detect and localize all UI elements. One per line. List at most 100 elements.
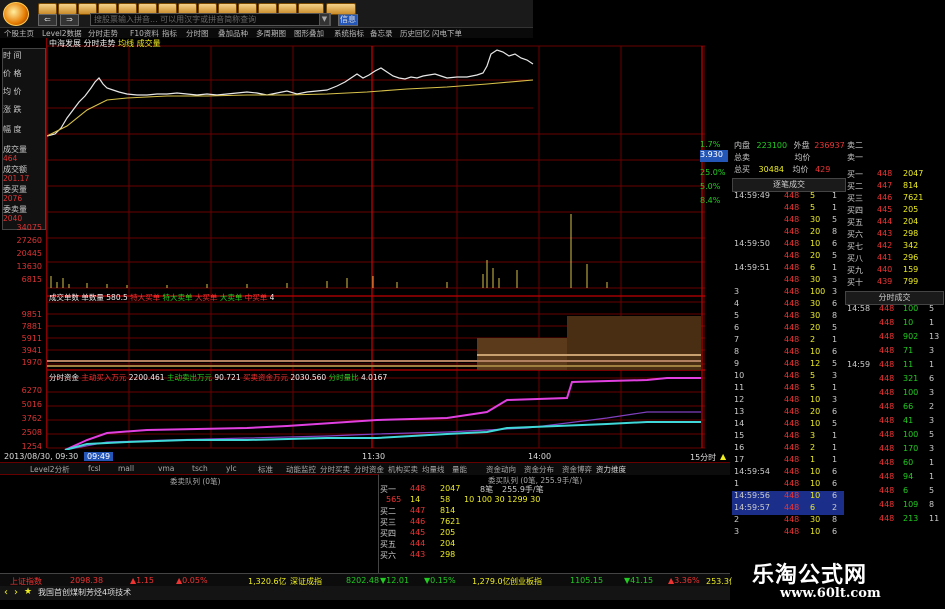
trade-v: 100 xyxy=(810,287,826,296)
minute-trade-p: 448 xyxy=(879,444,895,453)
app-logo[interactable] xyxy=(3,2,29,26)
search-dropdown-icon[interactable]: ▼ xyxy=(319,13,330,26)
index2-pct: ▼0.15% xyxy=(424,576,456,585)
pct-4: 5.0% xyxy=(700,182,721,191)
trade-a: 1 xyxy=(832,455,838,464)
trade-row: 5 448 30 8 xyxy=(732,311,844,323)
search-input[interactable]: 搜股票输入拼音... 可以用汉字或拼音简称查询 xyxy=(90,13,331,26)
order-row-price: 565 xyxy=(386,495,402,504)
minute-trade-row: 448 902 13 xyxy=(845,332,942,344)
minute-trade-row: 448 213 11 xyxy=(845,514,942,526)
trade-v: 30 xyxy=(810,515,821,524)
trade-row: 448 30 5 xyxy=(732,215,844,227)
buy-level-row[interactable]: 买八 441 296 xyxy=(847,253,918,264)
intraday-chart[interactable]: 中海发展 分时走势 均线 成交量 成交单数 单数量 580.5 特大买单 特大卖… xyxy=(46,38,706,451)
buy-level-label: 买九 xyxy=(847,266,863,275)
order-row-label: 买二 xyxy=(380,507,396,516)
function-menu-bar: 个股主页 Level2数据 分时走势 F10资料 指标 分时图 叠加品种 多周期… xyxy=(0,28,533,38)
low-axis-3: 2508 xyxy=(21,428,42,437)
buy-queue-header: 委买队列 (0笔, 255.9手/笔) xyxy=(378,474,730,485)
trade-t: 15 xyxy=(734,431,745,440)
chart-title: 中海发展 分时走势 xyxy=(49,39,116,48)
minute-trade-a: 5 xyxy=(929,486,935,495)
fund-buy-label: 主动买入万元 xyxy=(81,373,127,382)
trade-a: 1 xyxy=(832,335,838,344)
buy-level-row[interactable]: 买三 446 7621 xyxy=(847,193,923,204)
buy-level-row[interactable]: 买四 445 205 xyxy=(847,205,918,216)
vol-axis-0: 34075 xyxy=(16,223,42,232)
buy-level-row[interactable]: 买一 448 2047 xyxy=(847,169,923,180)
ticker-play-icon[interactable]: › xyxy=(14,587,18,598)
buy-level-row[interactable]: 买九 440 159 xyxy=(847,265,918,276)
order-row-label: 买一 xyxy=(380,485,396,494)
trade-row: 448 20 5 xyxy=(732,251,844,263)
minute-trade-v: 100 xyxy=(903,304,919,313)
trade-p: 448 xyxy=(784,479,800,488)
change-label: 涨 跌 xyxy=(3,105,22,114)
trade-v: 5 xyxy=(810,371,816,380)
trade-t: 14:59:50 xyxy=(734,239,770,248)
fund-net-value: 2030.560 xyxy=(290,373,327,382)
minute-trade-v: 902 xyxy=(903,332,919,341)
trade-v: 2 xyxy=(810,335,816,344)
total-buy-row: 总买 30484 均价 429 xyxy=(734,164,830,175)
buy-level-price: 446 xyxy=(877,193,893,202)
mid-axis-4: 1970 xyxy=(21,358,42,367)
tab-5[interactable]: ylc xyxy=(226,464,237,473)
tab-3[interactable]: vma xyxy=(158,464,174,473)
outer-label: 外盘 xyxy=(793,141,810,150)
inner-outer-row: 内盘 223100 外盘 236937 xyxy=(734,140,845,151)
ticker-arrow-icon[interactable]: ‹ xyxy=(4,587,8,598)
buy-level-row[interactable]: 买二 447 814 xyxy=(847,181,918,192)
trade-p: 448 xyxy=(784,263,800,272)
minute-trade-row: 448 170 3 xyxy=(845,444,942,456)
minute-trade-p: 448 xyxy=(879,388,895,397)
buy-level-row[interactable]: 买五 444 204 xyxy=(847,217,918,228)
info-button[interactable]: 信息 xyxy=(338,14,358,26)
index2-value: 8202.48 xyxy=(346,576,380,585)
buy-level-vol: 298 xyxy=(903,229,919,238)
minute-trade-row: 448 109 8 xyxy=(845,500,942,512)
trade-t: 14:59:54 xyxy=(734,467,770,476)
trade-p: 448 xyxy=(784,419,800,428)
order-row-extra: 58 xyxy=(440,495,451,504)
buy-level-label: 买七 xyxy=(847,242,863,251)
tab-4[interactable]: tsch xyxy=(192,464,208,473)
mid-axis-0: 9851 xyxy=(21,310,42,319)
trade-a: 5 xyxy=(832,215,838,224)
buy-level-vol: 2047 xyxy=(903,169,924,178)
nav-back-button[interactable]: ⇐ xyxy=(38,14,57,26)
tick-trades-list[interactable]: 14:59:49 448 5 1 448 5 1 448 30 5 448 20 8 14:59:50 44… xyxy=(732,191,844,541)
tab-1[interactable]: fcsl xyxy=(88,464,101,473)
trade-p: 448 xyxy=(784,191,800,200)
buy-level-row[interactable]: 买六 443 298 xyxy=(847,229,918,240)
trade-p: 448 xyxy=(784,299,800,308)
trade-p: 448 xyxy=(784,503,800,512)
minute-trade-v: 100 xyxy=(903,430,919,439)
trade-row: 448 5 1 xyxy=(732,203,844,215)
news-ticker[interactable]: ‹ › ★ 我国首创煤制芳烃4项技术 xyxy=(0,586,730,600)
nav-forward-button[interactable]: ⇒ xyxy=(60,14,79,26)
buy-level-row[interactable]: 买七 442 342 xyxy=(847,241,918,252)
minute-trade-a: 1 xyxy=(929,458,935,467)
ticker-star-icon: ★ xyxy=(24,587,33,597)
trade-v: 3 xyxy=(810,431,816,440)
watermark-title: 乐淘公式网 xyxy=(752,563,868,588)
tab-2[interactable]: mall xyxy=(118,464,134,473)
minute-trade-t: 14:59 xyxy=(847,360,871,369)
order-row-extra2: 10 100 30 1299 30 xyxy=(464,495,541,504)
trade-v: 20 xyxy=(810,251,821,260)
buy-level-row[interactable]: 买十 439 799 xyxy=(847,277,918,288)
minute-trade-v: 213 xyxy=(903,514,919,523)
left-info-column: 时 间 价 格 均 价 涨 跌 幅 度 成交量 464 成交额 201.17 委… xyxy=(0,38,47,451)
minute-trade-p: 448 xyxy=(879,458,895,467)
ticker-headline[interactable]: 我国首创煤制芳烃4项技术 xyxy=(38,587,131,598)
order-count-label: 成交单数 xyxy=(49,293,79,302)
buy-level-price: 442 xyxy=(877,241,893,250)
minute-trades-list[interactable]: 14:58 448 100 5 448 10 1 448 902 13 448 71 3 14:59 448… xyxy=(845,304,942,544)
minute-trade-t: 14:58 xyxy=(847,304,871,313)
buy-level-price: 439 xyxy=(877,277,893,286)
buy-level-price: 444 xyxy=(877,217,893,226)
order-row-price: 447 xyxy=(410,506,426,515)
vol-axis-3: 13630 xyxy=(16,262,42,271)
